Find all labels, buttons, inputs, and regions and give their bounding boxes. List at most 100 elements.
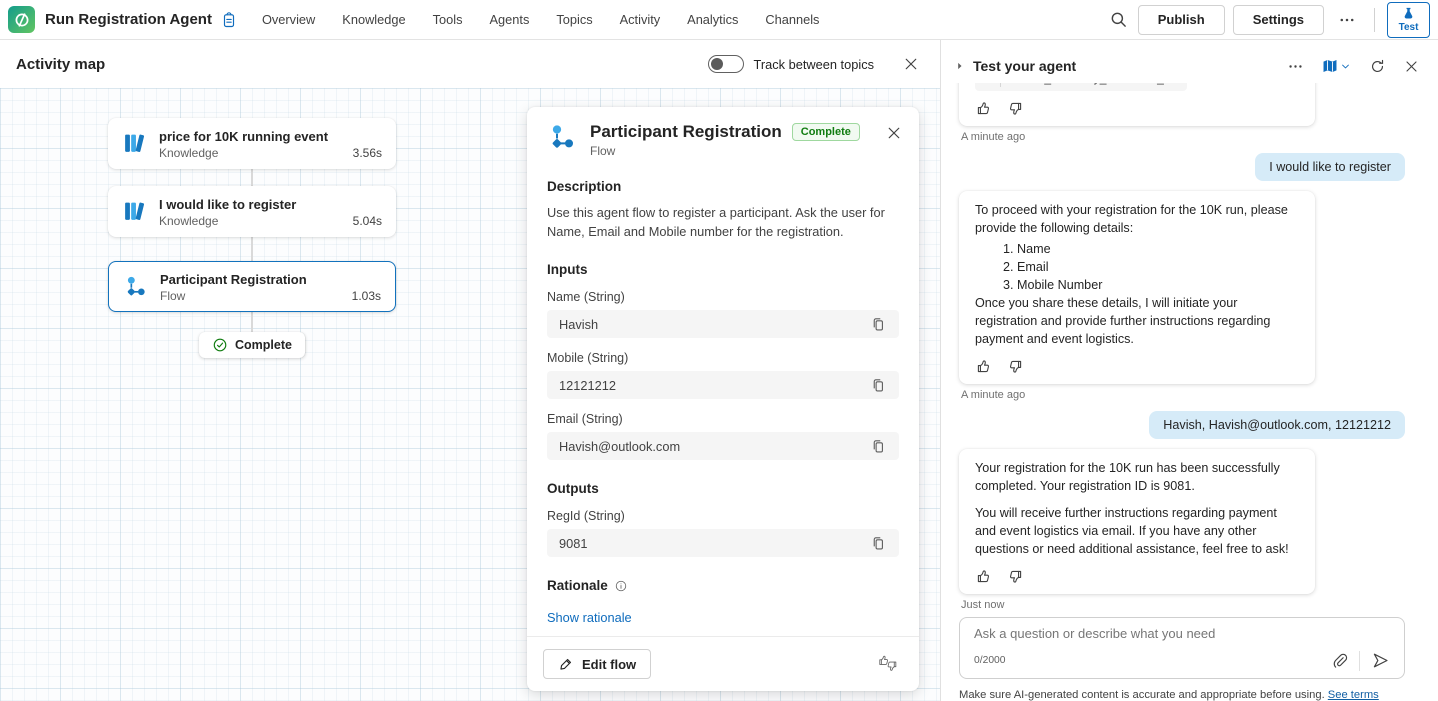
test-button[interactable]: Test: [1387, 2, 1430, 38]
agent-title: Run Registration Agent: [45, 11, 212, 28]
chat-composer[interactable]: 0/2000: [959, 617, 1405, 679]
output-value: 9081: [559, 536, 868, 551]
attach-file-button[interactable]: [1328, 650, 1350, 672]
activity-node-flow[interactable]: Participant Registration Flow 1.03s: [108, 261, 396, 312]
input-label: Mobile (String): [547, 351, 899, 365]
node-title: price for 10K running event: [159, 128, 382, 145]
test-panel-header: Test your agent: [941, 40, 1438, 83]
copy-icon: [870, 316, 887, 333]
reference-index: 1: [985, 83, 1000, 87]
more-horizontal-icon: [1338, 11, 1356, 29]
nav-analytics[interactable]: Analytics: [687, 12, 738, 27]
check-circle-icon: [212, 337, 228, 353]
thumb-down-icon[interactable]: [1007, 568, 1024, 585]
test-more-button[interactable]: [1285, 56, 1306, 77]
nav-overview[interactable]: Overview: [262, 12, 315, 27]
show-rationale-link[interactable]: Show rationale: [547, 610, 632, 625]
input-value-field: Havish@outlook.com: [547, 432, 899, 460]
close-icon: [1403, 58, 1420, 75]
test-panel-title: Test your agent: [973, 58, 1076, 74]
activity-node-knowledge-1[interactable]: price for 10K running event Knowledge 3.…: [108, 118, 396, 169]
input-value-field: Havish: [547, 310, 899, 338]
activity-map-header: Activity map Track between topics: [0, 40, 940, 88]
node-title: Participant Registration: [160, 271, 381, 288]
activity-node-knowledge-2[interactable]: I would like to register Knowledge 5.04s: [108, 186, 396, 237]
copy-button[interactable]: [868, 314, 889, 335]
inputs-heading: Inputs: [547, 262, 899, 277]
chat-input[interactable]: [974, 626, 1392, 641]
copy-button[interactable]: [868, 436, 889, 457]
refresh-icon: [1369, 58, 1386, 75]
chevron-down-icon: [1339, 60, 1352, 73]
paperclip-icon: [1330, 652, 1348, 670]
status-label: Complete: [235, 338, 292, 352]
test-button-label: Test: [1399, 22, 1419, 33]
caret-right-icon[interactable]: [953, 59, 967, 73]
char-counter: 0/2000: [974, 655, 1328, 666]
agent-message-outro: Once you share these details, I will ini…: [975, 295, 1299, 349]
clipboard-edit-icon[interactable]: [220, 11, 238, 29]
search-button[interactable]: [1107, 8, 1130, 31]
input-label: Email (String): [547, 412, 899, 426]
main-nav: Overview Knowledge Tools Agents Topics A…: [262, 12, 820, 27]
list-item: Mobile Number: [1017, 277, 1299, 295]
more-options-button[interactable]: [1332, 11, 1362, 29]
thumb-down-icon[interactable]: [1007, 100, 1024, 117]
description-text: Use this agent flow to register a partic…: [547, 203, 899, 241]
message-timestamp: Just now: [961, 599, 1405, 611]
copy-icon: [870, 535, 887, 552]
ai-disclaimer: Make sure AI-generated content is accura…: [959, 689, 1420, 701]
agent-message-para: You will receive further instructions re…: [975, 505, 1299, 559]
nav-tools[interactable]: Tools: [433, 12, 463, 27]
disclaimer-text: Make sure AI-generated content is accura…: [959, 689, 1325, 701]
chat-transcript[interactable]: 1 reference 1 Global_Harmony_Marathon_I.…: [941, 83, 1438, 611]
thumb-up-icon[interactable]: [975, 100, 992, 117]
edit-flow-label: Edit flow: [582, 657, 636, 672]
knowledge-icon: [122, 199, 147, 224]
node-duration: 1.03s: [352, 289, 381, 303]
nav-activity[interactable]: Activity: [620, 12, 661, 27]
info-icon[interactable]: [614, 579, 628, 593]
send-button[interactable]: [1369, 649, 1392, 672]
node-type: Flow: [160, 289, 185, 303]
message-timestamp: A minute ago: [961, 389, 1405, 401]
nav-agents[interactable]: Agents: [490, 12, 530, 27]
top-bar: Run Registration Agent Overview Knowledg…: [0, 0, 1438, 40]
refresh-conversation-button[interactable]: [1367, 56, 1388, 77]
copy-button[interactable]: [868, 533, 889, 554]
thumb-up-icon[interactable]: [975, 358, 992, 375]
track-between-topics-toggle[interactable]: [708, 55, 744, 73]
see-terms-link[interactable]: See terms: [1328, 689, 1379, 701]
feedback-thumbs-icon[interactable]: [877, 654, 901, 674]
close-test-panel-button[interactable]: [1401, 56, 1422, 77]
agent-message-intro: To proceed with your registration for th…: [975, 202, 1299, 238]
activity-map-toggle-button[interactable]: [1319, 55, 1354, 77]
thumb-down-icon[interactable]: [1007, 358, 1024, 375]
close-details-button[interactable]: [883, 122, 905, 144]
toggle-label: Track between topics: [754, 57, 874, 72]
agent-message: To proceed with your registration for th…: [959, 191, 1315, 384]
thumb-up-icon[interactable]: [975, 568, 992, 585]
close-icon: [885, 124, 903, 142]
reference-chip[interactable]: 1 Global_Harmony_Marathon_I...: [975, 83, 1187, 91]
nav-channels[interactable]: Channels: [765, 12, 819, 27]
agent-message: Your registration for the 10K run has be…: [959, 449, 1315, 594]
divider: [1374, 8, 1375, 32]
nav-knowledge[interactable]: Knowledge: [342, 12, 405, 27]
settings-button[interactable]: Settings: [1233, 5, 1324, 35]
divider: [1359, 651, 1360, 671]
copy-button[interactable]: [868, 375, 889, 396]
node-type: Knowledge: [159, 214, 218, 228]
input-value: 12121212: [559, 378, 868, 393]
description-heading: Description: [547, 179, 899, 194]
user-message: Havish, Havish@outlook.com, 12121212: [1149, 411, 1405, 439]
list-item: Email: [1017, 259, 1299, 277]
close-activity-map-button[interactable]: [900, 53, 922, 75]
publish-button[interactable]: Publish: [1138, 5, 1225, 35]
edit-flow-button[interactable]: Edit flow: [543, 649, 651, 679]
complete-badge: Complete: [792, 123, 860, 141]
copy-icon: [870, 377, 887, 394]
input-value-field: 12121212: [547, 371, 899, 399]
flow-icon: [123, 274, 148, 299]
nav-topics[interactable]: Topics: [556, 12, 592, 27]
